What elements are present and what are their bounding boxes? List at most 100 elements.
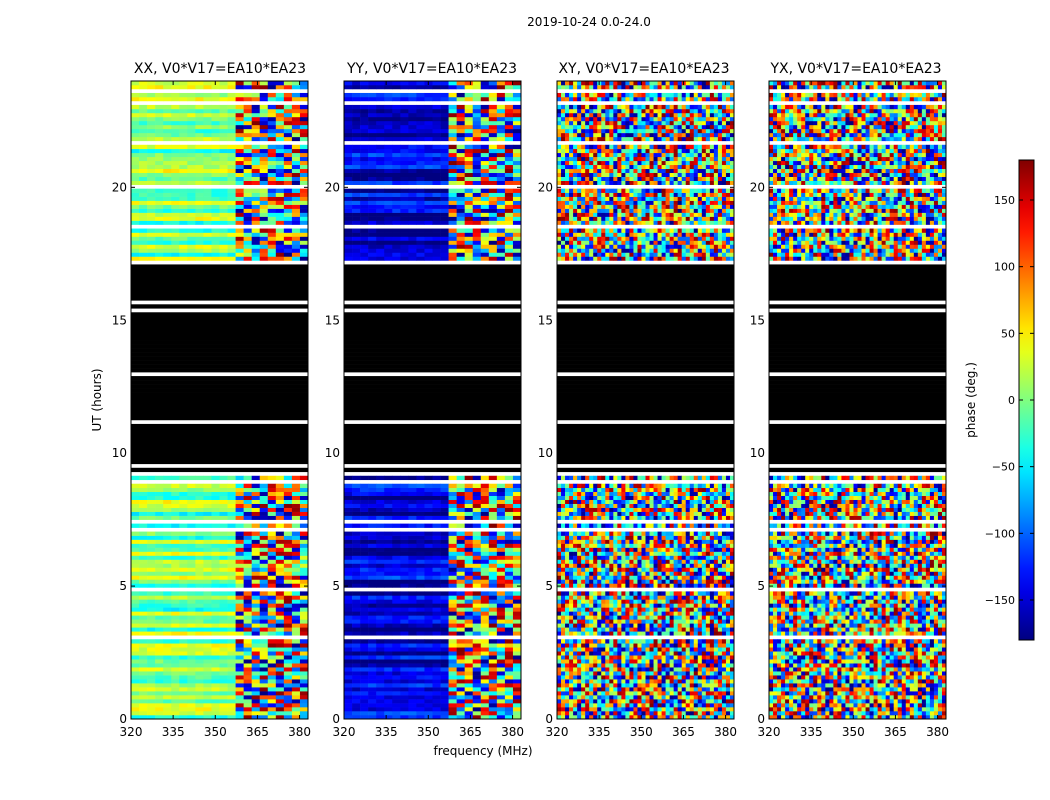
heatmap-cell [512, 675, 521, 680]
heatmap-cell [432, 703, 441, 708]
heatmap-cell [139, 487, 148, 493]
heatmap-cell [512, 507, 521, 512]
heatmap-cell [203, 248, 212, 253]
heatmap-cell [352, 639, 361, 644]
heatmap-cell [376, 671, 385, 676]
heatmap-cell [512, 144, 521, 150]
heatmap-cell [219, 483, 228, 489]
heatmap-cell [456, 208, 465, 213]
heatmap-cell [601, 675, 606, 680]
heatmap-cell [480, 631, 490, 636]
heatmap-cell [243, 579, 252, 584]
heatmap-cell [376, 647, 385, 652]
heatmap-cell [424, 108, 433, 114]
heatmap-cell [219, 495, 228, 500]
heatmap-cell [621, 711, 626, 716]
heatmap-cell [251, 96, 261, 102]
flagged-row [131, 280, 308, 285]
heatmap-cell [448, 499, 457, 504]
heatmap-cell [131, 112, 140, 118]
heatmap-cell [360, 228, 369, 233]
heatmap-cell [440, 643, 449, 648]
heatmap-cell [713, 687, 719, 692]
heatmap-cell [360, 711, 369, 716]
heatmap-cell [131, 571, 140, 576]
heatmap-cell [496, 120, 506, 126]
heatmap-cell [147, 679, 156, 684]
heatmap-cell [147, 148, 156, 154]
heatmap-cell [504, 647, 514, 652]
heatmap-cell [368, 128, 377, 134]
heatmap-cell [155, 623, 164, 628]
heatmap-cell [227, 575, 236, 580]
heatmap-cell [275, 703, 285, 708]
heatmap-cell [504, 248, 514, 253]
heatmap-cell [440, 707, 449, 712]
heatmap-cell [456, 475, 465, 481]
heatmap-cell [179, 200, 188, 205]
heatmap-cell [496, 84, 506, 90]
heatmap-cell [480, 535, 490, 540]
heatmap-cell [179, 92, 188, 98]
heatmap-cell [472, 160, 482, 166]
heatmap-cell [352, 503, 361, 508]
heatmap-cell [488, 699, 498, 704]
flagged-row [344, 439, 521, 445]
heatmap-cell [275, 192, 285, 197]
heatmap-cell [259, 615, 269, 620]
heatmap-cell [195, 615, 204, 620]
heatmap-cell [392, 623, 401, 628]
heatmap-cell [235, 691, 244, 696]
heatmap-cell [512, 599, 521, 604]
heatmap-cell [456, 659, 465, 664]
heatmap-cell [512, 120, 521, 126]
heatmap-cell [219, 136, 228, 142]
heatmap-cell [504, 108, 514, 114]
heatmap-cell [243, 244, 252, 249]
heatmap-cell [243, 571, 252, 576]
heatmap-cell [352, 236, 361, 241]
heatmap-cell [408, 507, 417, 512]
heatmap-cell [472, 623, 482, 628]
heatmap-cell [131, 531, 140, 536]
heatmap-cell [187, 228, 196, 233]
heatmap-cell [259, 535, 269, 540]
heatmap-cell [211, 543, 220, 548]
heatmap-cell [488, 563, 498, 568]
heatmap-cell [480, 244, 490, 249]
heatmap-cell [424, 663, 433, 668]
heatmap-cell [633, 671, 638, 676]
heatmap-cell [504, 599, 514, 604]
flagged-row [131, 427, 308, 433]
flagged-row [131, 336, 308, 341]
heatmap-cell [251, 156, 261, 162]
heatmap-cell [504, 204, 514, 209]
flagged-row [344, 364, 521, 369]
heatmap-cell [187, 707, 196, 712]
heatmap-cell [219, 196, 228, 201]
heatmap-cell [416, 515, 425, 520]
heatmap-cell [456, 160, 465, 166]
heatmap-cell [480, 707, 490, 712]
heatmap-cell [227, 579, 236, 584]
heatmap-cell [147, 104, 156, 110]
heatmap-cell [147, 551, 156, 556]
heatmap-cell [665, 675, 670, 680]
panel-title: XY, V0*V17=EA10*EA23 [558, 61, 729, 77]
heatmap-cell [448, 607, 457, 612]
heatmap-cell [251, 164, 261, 170]
heatmap-cell [629, 695, 634, 700]
heatmap-cell [187, 711, 196, 716]
heatmap-cell [408, 595, 417, 600]
heatmap-cell [496, 192, 506, 197]
heatmap-cell [456, 515, 465, 520]
heatmap-cell [512, 92, 521, 98]
heatmap-cell [360, 495, 369, 500]
heatmap-cell [267, 196, 277, 201]
x-tick-label: 335 [162, 725, 185, 739]
heatmap-cell [480, 491, 490, 496]
heatmap-cell [480, 483, 490, 489]
heatmap-cell [131, 108, 140, 114]
heatmap-cell [448, 220, 457, 225]
heatmap-cell [139, 196, 148, 201]
